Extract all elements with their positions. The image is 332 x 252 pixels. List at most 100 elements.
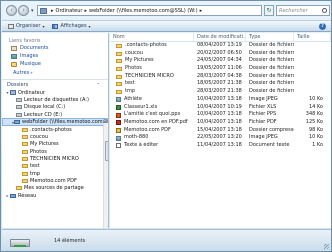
file-size [294,57,331,65]
chevron-down-icon: ▾ [42,23,45,29]
file-name: Photos [125,65,142,72]
favorite-music[interactable]: Musique [2,60,108,68]
organize-button[interactable]: Organiser ▾ [8,23,44,29]
favorite-documents[interactable]: Documents [2,44,108,52]
tree-item[interactable]: My Pictures [2,141,108,148]
presentation-file-icon [116,112,121,118]
views-icon [52,23,59,29]
file-row[interactable]: Memotoo.com PDF 15/04/2007 13:18 Dossier c… [110,127,331,135]
recent-pages-dropdown[interactable]: ▾ [31,8,34,14]
column-type[interactable]: Type [246,33,294,41]
breadcrumb-computer[interactable]: Ordinateur [56,8,83,14]
file-name-cell[interactable]: My Pictures [110,57,194,65]
file-name-cell[interactable]: .contacts-photos [110,42,194,50]
address-bar[interactable]: ▸ Ordinateur ▸ webFolder (\\files.memoto… [37,5,262,16]
file-name-cell[interactable]: Athlète [110,96,194,104]
file-name: .contacts-photos [125,42,167,48]
folder-tree-scrollbar[interactable] [103,123,108,228]
file-row[interactable]: L'amitié c'est quoi.pps 10/04/2007 13:18 F… [110,111,331,119]
file-row[interactable]: tmp 28/03/2007 21:38 Dossier de fichiers [110,88,331,96]
file-type: Fichier PDF [249,118,277,125]
breadcrumb-webfolder[interactable]: webFolder (\\files.memotoo.com@SSL) (W:) [89,8,198,14]
file-name-cell[interactable]: moth-880 [110,134,194,142]
file-name-cell[interactable]: test [110,80,194,88]
back-button[interactable]: ‹ [6,5,17,16]
forward-button[interactable]: › [18,5,29,16]
tree-item-label: Photos [30,148,47,155]
file-date: 20/02/2007 06:50 [197,49,242,56]
tree-item[interactable]: test [2,163,108,170]
file-row[interactable]: TECHNICIEN MICRO 28/03/2007 04:38 Dossier … [110,73,331,81]
tree-item[interactable]: ▸ Réseau [2,192,108,199]
folder-icon [116,43,122,48]
file-name-cell[interactable]: Photos [110,65,194,73]
file-name-cell[interactable]: Memotoo.com en PDF.pdf [110,119,194,127]
file-date: 22/05/2007 13:20 [197,134,242,141]
tree-item[interactable]: TECHNICIEN MICRO [2,155,108,162]
views-label: Affichages [60,23,87,29]
views-button[interactable]: Affichages ▾ [52,23,91,29]
file-name-cell[interactable]: TECHNICIEN MICRO [110,73,194,81]
command-toolbar: Organiser ▾ Affichages ▾ ? [2,20,331,32]
breadcrumb-separator-icon: ▸ [84,7,87,14]
file-row[interactable]: Athlète 10/04/2007 13:18 Image JPEG 10 Ko [110,96,331,104]
search-input[interactable]: Rechercher [276,5,330,16]
tree-item[interactable]: Mes sources de partage [2,185,108,192]
tree-item-label: My Pictures [30,141,59,148]
file-date: 18/05/2007 21:38 [197,80,242,87]
scrollbar-thumb[interactable] [104,141,108,161]
tree-item[interactable]: Disque local (C:) [2,104,108,111]
image-file-icon [116,135,121,141]
tree-item[interactable]: tmp [2,170,108,177]
file-type: Dossier de fichiers [249,88,294,95]
drive-icon [16,105,22,110]
file-type: Dossier de fichiers [249,80,294,87]
file-row[interactable]: My Pictures 24/05/2007 04:34 Dossier de fi… [110,57,331,65]
tree-item[interactable]: ▾webFolder (\\files.memotoo.com@SSL) (W:… [2,118,108,127]
file-name-cell[interactable]: Classeur1.xls [110,104,194,112]
folder-icon [22,142,28,147]
file-row[interactable]: Photos 19/05/2007 11:06 Dossier de fichier… [110,65,331,73]
column-size[interactable]: Taille [294,33,331,41]
address-row: ‹ › ▾ ▸ Ordinateur ▸ webFolder (\\files.… [4,4,330,18]
favorite-images[interactable]: Images [2,52,108,60]
file-list: Nom Date de modificati... Type Taille .c… [110,33,331,228]
tree-item[interactable]: coucou [2,133,108,140]
drive-icon [16,97,22,102]
file-row[interactable]: coucou 20/02/2007 06:50 Dossier de fichier… [110,50,331,58]
file-name-cell[interactable]: tmp [110,88,194,96]
file-size: 14 Ko [308,103,323,110]
file-row[interactable]: moth-880 22/05/2007 13:20 Image JPEG 10 Ko [110,134,331,142]
file-row[interactable]: Texte à éditer 11/04/2007 13:18 Document t… [110,142,331,150]
more-favorites-link[interactable]: Autres» [2,68,108,77]
column-name[interactable]: Nom [110,33,194,41]
pdf-file-icon [116,120,121,126]
help-icon[interactable]: ? [319,23,326,30]
tree-item[interactable]: ▾ Ordinateur [2,89,108,96]
spreadsheet-file-icon [116,104,121,110]
column-date[interactable]: Date de modificati... [194,33,246,41]
tree-item[interactable]: Memotoo.com PDF [2,177,108,184]
refresh-button[interactable]: ↻ [264,5,274,16]
resize-grip-icon[interactable] [324,244,329,249]
tree-item[interactable]: Photos [2,148,108,155]
file-name-cell[interactable]: Texte à éditer [110,142,194,150]
tree-item[interactable]: Lecteur de disquettes (A:) [2,96,108,103]
file-name-cell[interactable]: Memotoo.com PDF [110,127,194,135]
file-name-cell[interactable]: coucou [110,50,194,58]
file-name: Athlète [124,95,142,102]
folders-header[interactable]: Dossiers ⌃ [2,79,108,89]
tree-item[interactable]: Lecteur CD (E:) [2,111,108,118]
tree-item[interactable]: .contacts-photos [2,126,108,133]
file-size [294,42,331,50]
file-name-cell[interactable]: L'amitié c'est quoi.pps [110,111,194,119]
network-drive-icon [10,193,16,198]
more-label: Autres [13,70,30,76]
file-row[interactable]: .contacts-photos 08/04/2007 13:19 Dossier … [110,42,331,50]
file-row[interactable]: Memotoo.com en PDF.pdf 10/04/2007 13:18 Fi… [110,119,331,127]
search-icon[interactable] [322,8,327,13]
file-row[interactable]: test 18/05/2007 21:38 Dossier de fichiers [110,80,331,88]
file-row[interactable]: Classeur1.xls 10/04/2007 10:19 Fichier XLS… [110,104,331,112]
file-size [294,65,331,73]
tree-item-label: Réseau [18,192,37,199]
